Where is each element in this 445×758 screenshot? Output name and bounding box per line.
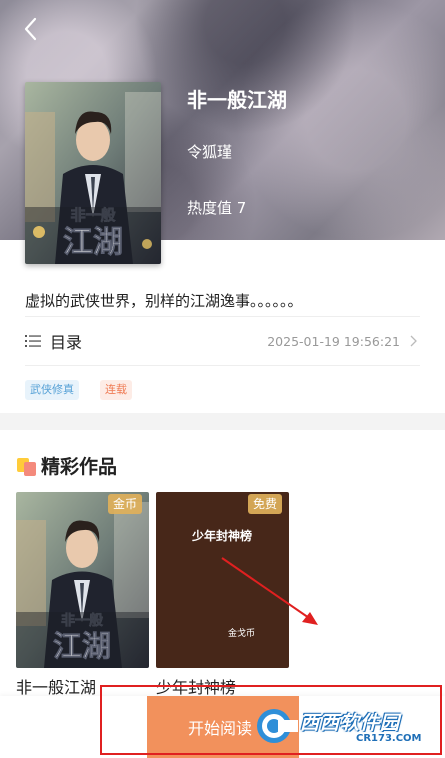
- update-time: 2025-01-19 19:56:21: [267, 333, 400, 349]
- stack-icon: [17, 456, 39, 476]
- recommend-header: 精彩作品: [17, 452, 117, 479]
- watermark-c-icon: [257, 709, 298, 743]
- watermark-text: 西西软件园: [300, 712, 401, 734]
- list-icon: [25, 335, 41, 347]
- watermark-logo: 西西软件园 CR173.COM: [252, 704, 422, 748]
- watermark-domain: CR173.COM: [356, 733, 422, 744]
- tag-genre[interactable]: 武侠修真: [25, 380, 79, 400]
- section-divider: [0, 413, 445, 430]
- tag-status[interactable]: 连载: [100, 380, 132, 400]
- chevron-left-icon: [24, 17, 37, 41]
- recommend-card-1[interactable]: 非一般 江湖 金币: [16, 492, 149, 668]
- card-1-cover-title: 非一般: [61, 612, 103, 629]
- coin-badge: 金币: [107, 494, 142, 514]
- back-button[interactable]: [18, 14, 44, 44]
- recommend-name-1[interactable]: 非一般江湖: [16, 674, 96, 698]
- section-title: 精彩作品: [41, 456, 118, 478]
- book-description: 虚拟的武侠世界，别样的江湖逸事。。。。。。: [25, 292, 303, 310]
- catalog-label: 目录: [50, 333, 83, 352]
- card-1-cover-subtitle: 江湖: [53, 629, 111, 663]
- start-reading-label: 开始阅读: [188, 719, 253, 738]
- recommend-name-2[interactable]: 少年封神榜: [156, 674, 236, 698]
- heat-value: 热度值 7: [187, 199, 247, 217]
- recommend-card-2[interactable]: 少年封神榜 金戈币 免费: [156, 492, 289, 668]
- catalog-row[interactable]: 目录 2025-01-19 19:56:21: [25, 316, 420, 366]
- free-badge: 免费: [247, 494, 282, 514]
- cover-subtitle-text: 江湖: [63, 225, 123, 260]
- book-author[interactable]: 令狐瑾: [187, 141, 232, 162]
- card-2-cover-sub: 金戈币: [228, 629, 256, 639]
- book-title: 非一般江湖: [187, 88, 287, 112]
- cover-title-text: 非一般: [70, 206, 115, 224]
- chevron-right-icon: [410, 335, 417, 347]
- card-2-cover-title: 少年封神榜: [192, 529, 253, 543]
- book-cover: 非一般 江湖: [25, 82, 161, 264]
